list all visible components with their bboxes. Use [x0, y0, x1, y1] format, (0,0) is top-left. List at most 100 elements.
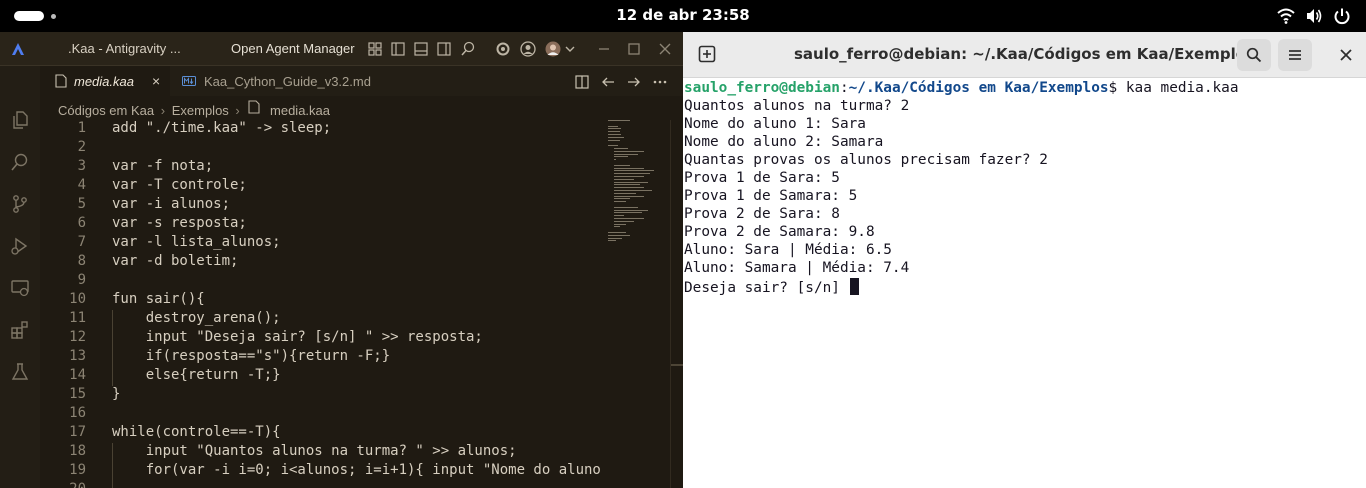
code-text: var -l lista_alunos; [112, 234, 281, 250]
code-line[interactable]: 20 [40, 481, 610, 488]
terminal-output-line: Prova 1 de Sara: 5 [684, 170, 840, 188]
extensions-icon[interactable] [10, 320, 30, 340]
code-line[interactable]: 9 [40, 272, 610, 291]
toggle-secondary-sidebar-icon[interactable] [436, 41, 452, 57]
close-icon[interactable] [1335, 44, 1357, 66]
code-line[interactable]: 18 input "Quantos alunos na turma? " >> … [40, 443, 610, 462]
chevron-right-icon: › [160, 103, 166, 119]
code-line[interactable]: 13 if(resposta=="s"){return -F;} [40, 348, 610, 367]
tab-media-kaa[interactable]: media.kaa × [40, 66, 170, 96]
testing-flask-icon[interactable] [10, 362, 30, 382]
close-icon[interactable] [657, 41, 673, 57]
account-circle-icon[interactable] [520, 41, 536, 57]
terminal-headerbar: saulo_ferro@debian: ~/.Kaa/Códigos em Ka… [683, 32, 1366, 78]
line-number: 6 [77, 215, 86, 231]
code-line[interactable]: 19 for(var -i i=0; i<alunos; i=i+1){ inp… [40, 462, 610, 481]
go-back-arrow-icon[interactable] [600, 74, 616, 90]
search-icon [1246, 47, 1262, 63]
minimap-line [614, 195, 644, 197]
code-line[interactable]: 12 input "Deseja sair? [s/n] " >> respos… [40, 329, 610, 348]
code-line[interactable]: 4 var -T controle; [40, 177, 610, 196]
editor-titlebar: .Kaa - Antigravity ... Open Agent Manage… [0, 32, 683, 66]
code-line[interactable]: 15} [40, 386, 610, 405]
menu-button[interactable] [1278, 39, 1312, 71]
terminal-output-line: Nome do aluno 2: Samara [684, 134, 883, 152]
code-text: add "./time.kaa" -> sleep; [112, 120, 332, 136]
minimap-line [608, 139, 620, 141]
remote-explorer-icon[interactable] [10, 278, 30, 298]
line-number: 16 [69, 405, 86, 421]
code-line[interactable]: 1 add "./time.kaa" -> sleep; [40, 120, 610, 139]
tab-label: Kaa_Cython_Guide_v3.2.md [204, 74, 371, 89]
prompt-separator: : [839, 80, 849, 96]
code-line[interactable]: 17 while(controle==-T){ [40, 424, 610, 443]
source-control-icon[interactable] [10, 194, 30, 214]
minimap-line [608, 134, 621, 135]
terminal-output-line: Nome do aluno 1: Sara [684, 116, 866, 134]
user-avatar-icon[interactable] [545, 41, 577, 57]
toggle-panel-icon[interactable] [413, 41, 429, 57]
minimap-line [614, 150, 644, 152]
run-debug-icon[interactable] [10, 236, 30, 256]
code-line[interactable]: 8 var -d boletim; [40, 253, 610, 272]
minimize-icon[interactable] [596, 41, 612, 57]
line-number: 18 [69, 443, 86, 459]
split-editor-icon[interactable] [574, 74, 590, 90]
code-line[interactable]: 5 var -i alunos; [40, 196, 610, 215]
more-actions-icon[interactable] [652, 74, 668, 90]
breadcrumb-item[interactable]: Códigos em Kaa [58, 103, 154, 118]
terminal-output-line: Prova 2 de Sara: 8 [684, 206, 840, 224]
breadcrumb-item[interactable]: media.kaa [270, 103, 330, 118]
code-editor[interactable]: 1 add "./time.kaa" -> sleep; 2 3 var -f nota… [40, 120, 601, 488]
code-text: if(resposta=="s"){return -F;} [112, 348, 391, 364]
go-forward-arrow-icon[interactable] [626, 74, 642, 90]
line-number: 19 [69, 462, 86, 478]
editor-scrollbar[interactable] [670, 120, 683, 488]
breadcrumb: Códigos em Kaa › Exemplos › media.kaa [58, 100, 330, 118]
toggle-sidebar-icon[interactable] [390, 41, 406, 57]
breadcrumb-item[interactable]: Exemplos [172, 103, 229, 118]
minimap-line [614, 153, 638, 155]
minimap-line [608, 240, 616, 242]
minimap-line [614, 148, 628, 149]
editor-tabs: media.kaa × Kaa_Cython_Guide_v3.2.md [40, 66, 683, 96]
search-icon[interactable] [10, 152, 30, 172]
code-line[interactable]: 14 else{return -T;} [40, 367, 610, 386]
minimap-line [608, 131, 620, 133]
clock[interactable]: 12 de abr 23:58 [0, 6, 1366, 24]
terminal-output[interactable]: saulo_ferro@debian:~/.Kaa/Códigos em Kaa… [684, 79, 1366, 488]
terminal-output-text: Prova 1 de Samara: 5 [684, 188, 858, 204]
terminal-output-text: Quantas provas os alunos precisam fazer?… [684, 152, 1048, 168]
code-line[interactable]: 11 destroy_arena(); [40, 310, 610, 329]
power-icon[interactable] [1333, 7, 1351, 25]
terminal-output-line: Aluno: Samara | Média: 7.4 [684, 260, 909, 278]
minimap-line [614, 159, 616, 161]
minimap-line [614, 164, 630, 166]
maximize-icon[interactable] [626, 41, 642, 57]
code-line[interactable]: 16 [40, 405, 610, 424]
code-text: while(controle==-T){ [112, 424, 281, 440]
code-line[interactable]: 2 [40, 139, 610, 158]
code-line[interactable]: 10 fun sair(){ [40, 291, 610, 310]
wifi-icon[interactable] [1277, 7, 1295, 25]
explorer-files-icon[interactable] [10, 110, 30, 130]
volume-icon[interactable] [1305, 7, 1323, 25]
search-icon[interactable] [460, 41, 476, 57]
antigravity-logo-icon [12, 43, 24, 55]
terminal-output-line: Quantos alunos na turma? 2 [684, 98, 909, 116]
search-button[interactable] [1237, 39, 1271, 71]
code-line[interactable]: 6 var -s resposta; [40, 215, 610, 234]
minimap[interactable] [608, 120, 670, 244]
system-top-bar: 12 de abr 23:58 [0, 0, 1366, 32]
code-line[interactable]: 3 var -f nota; [40, 158, 610, 177]
tab-kaa-cython-guide[interactable]: Kaa_Cython_Guide_v3.2.md [172, 66, 402, 96]
line-number: 17 [69, 424, 86, 440]
tab-close-icon[interactable]: × [152, 73, 160, 89]
settings-gear-icon[interactable] [495, 41, 511, 57]
code-text: input "Quantos alunos na turma? " >> alu… [112, 443, 517, 459]
layout-grid-icon[interactable] [367, 41, 383, 57]
indent-guide [112, 481, 113, 488]
code-line[interactable]: 7 var -l lista_alunos; [40, 234, 610, 253]
open-agent-manager-button[interactable]: Open Agent Manager [231, 41, 355, 56]
minimap-line [614, 192, 636, 194]
